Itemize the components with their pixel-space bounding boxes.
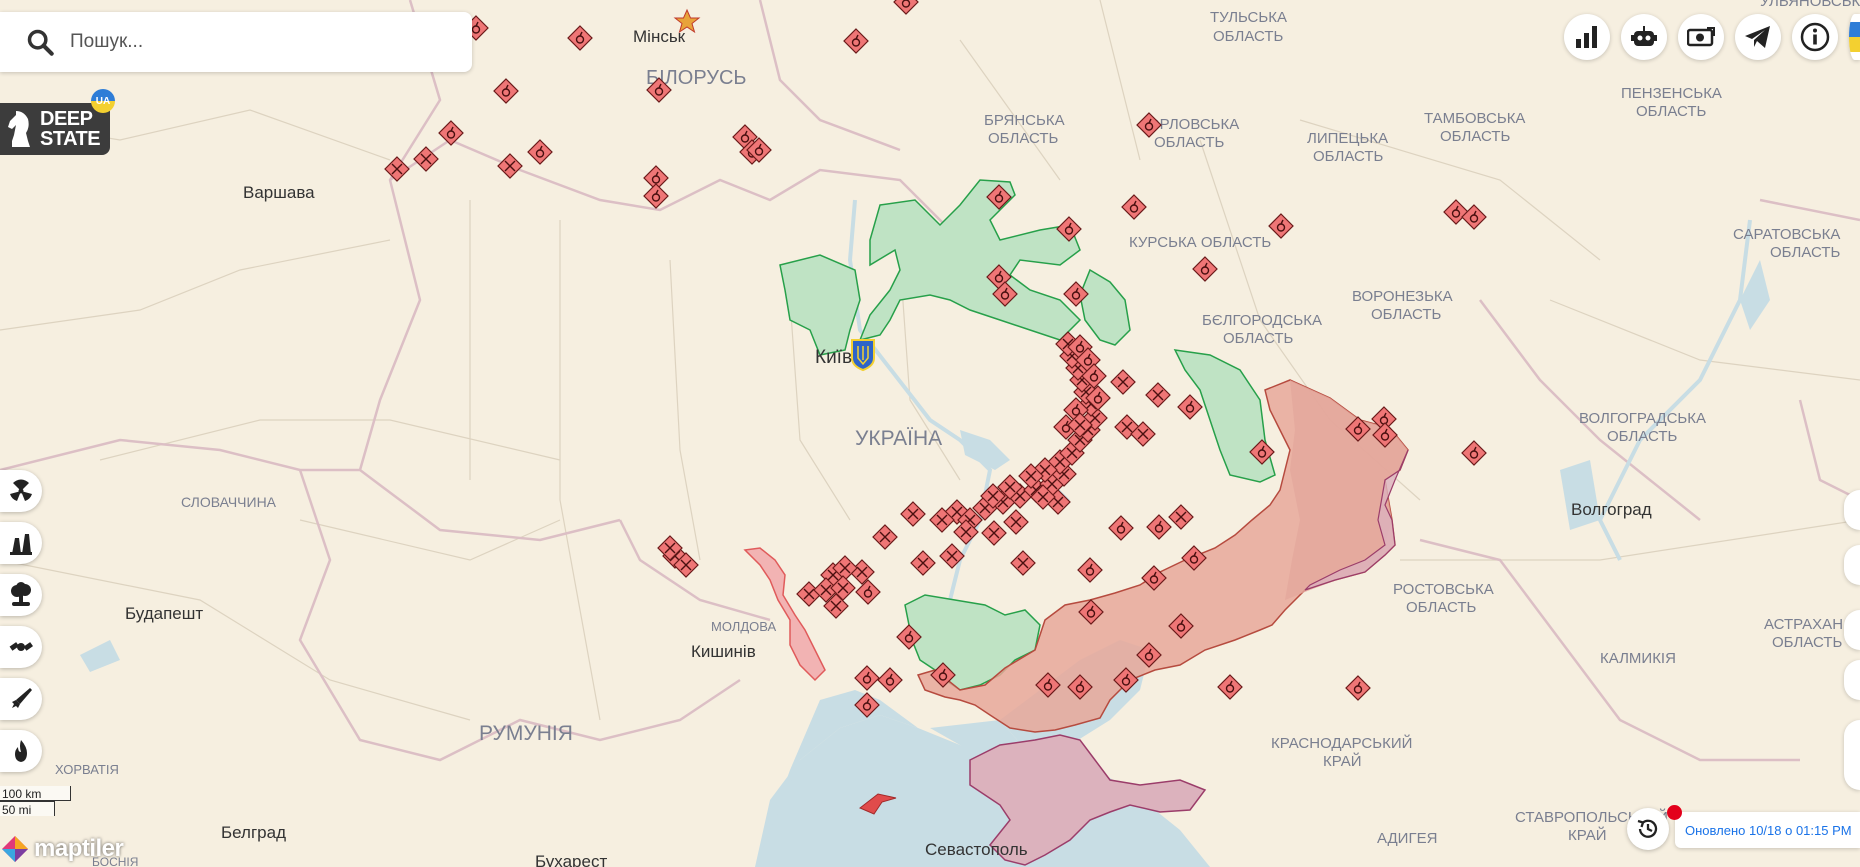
live-indicator (1667, 805, 1682, 820)
label-kyiv: Київ (815, 347, 852, 368)
chess-knight-icon (8, 111, 30, 147)
scale-mi: 50 mi (0, 801, 55, 817)
label-voronezh-2: ОБЛАСТЬ (1371, 306, 1442, 323)
label-croatia: ХОРВАТІЯ (55, 762, 119, 777)
label-kalmykia: КАЛМИКІЯ (1600, 650, 1676, 667)
search-icon (27, 29, 54, 56)
label-minsk: Мінськ (633, 27, 686, 46)
label-belgorod-1: БЄЛГОРОДСЬКА (1202, 312, 1322, 329)
telegram-button[interactable] (1735, 14, 1781, 60)
maptiler-logo-icon (2, 836, 28, 862)
label-adygea: АДИГЕЯ (1377, 830, 1437, 847)
label-volgograd-1: ВОЛГОГРАДСЬКА (1579, 410, 1706, 427)
search-input[interactable] (68, 30, 452, 54)
layer-radiation-button[interactable] (0, 470, 42, 512)
label-voronezh-1: ВОРОНЕЗЬКА (1352, 288, 1453, 305)
label-slovakia: СЛОВАЧЧИНА (181, 494, 277, 510)
label-lipetsk-2: ОБЛАСТЬ (1313, 148, 1384, 165)
map-canvas[interactable]: Мінськ БІЛОРУСЬ Варшава Київ УКРАЇНА СЛО… (0, 0, 1860, 867)
label-ukraine: УКРАЇНА (855, 427, 942, 450)
layer-explosion-button[interactable] (0, 574, 42, 616)
language-badge[interactable]: UA (91, 89, 115, 113)
ua-flag-button[interactable] (1849, 14, 1860, 60)
right-control-5[interactable] (1844, 720, 1860, 790)
missile-icon (12, 688, 32, 708)
layer-fire-button[interactable] (0, 730, 42, 772)
history-button[interactable] (1627, 808, 1669, 850)
maptiler-text: maptiler (34, 835, 124, 862)
robot-icon (1631, 26, 1657, 46)
label-astrakhan-2: ОБЛАСТЬ (1772, 634, 1843, 651)
label-penza-2: ОБЛАСТЬ (1636, 103, 1707, 120)
label-lipetsk-1: ЛИПЕЦЬКА (1307, 130, 1388, 147)
logo-text: DEEP STATE (40, 108, 101, 150)
info-icon (1800, 22, 1830, 52)
donate-button[interactable] (1678, 14, 1724, 60)
maptiler-attribution[interactable]: maptiler (0, 834, 124, 864)
scale-km: 100 km (0, 786, 71, 801)
stats-button[interactable] (1564, 14, 1610, 60)
bot-button[interactable] (1621, 14, 1667, 60)
label-astrakhan-1: АСТРАХАН (1764, 616, 1843, 633)
deepstate-logo[interactable]: DEEP STATE (0, 103, 110, 155)
label-bryansk-1: БРЯНСЬКА (984, 112, 1065, 129)
map-scale: 100 km 50 mi (0, 786, 71, 817)
stats-icon (1576, 26, 1597, 48)
history-icon (1637, 819, 1658, 838)
label-oryol-2: ОБЛАСТЬ (1154, 134, 1225, 151)
label-bucharest: Бухарест (535, 852, 607, 867)
label-penza-1: ПЕНЗЕНСЬКА (1621, 85, 1722, 102)
label-budapest: Будапешт (125, 604, 203, 623)
label-oryol-1: ОРЛОВСЬКА (1148, 116, 1239, 133)
search-bar[interactable] (0, 12, 472, 72)
label-warsaw: Варшава (243, 183, 315, 202)
layer-satellite-button[interactable] (0, 626, 42, 668)
label-rostov-1: РОСТОВСЬКА (1393, 581, 1494, 598)
power-plant-icon (10, 534, 32, 555)
telegram-icon (1745, 26, 1770, 48)
label-chisinau: Кишинів (691, 642, 756, 661)
label-stavropol-2: КРАЙ (1568, 826, 1607, 844)
label-krasnodar-1: КРАСНОДАРСЬКИЙ (1271, 734, 1412, 752)
label-volgograd-city: Волгоград (1571, 500, 1652, 519)
label-belgrade: Белград (221, 823, 286, 842)
radiation-icon (10, 479, 32, 501)
label-volgograd-2: ОБЛАСТЬ (1607, 428, 1678, 445)
layer-missile-button[interactable] (0, 678, 42, 720)
label-tula-2: ОБЛАСТЬ (1213, 28, 1284, 45)
label-saratov-1: САРАТОВСЬКА (1733, 226, 1840, 243)
info-button[interactable] (1792, 14, 1838, 60)
satellite-icon (9, 642, 33, 651)
label-ulyanovsk: УЛЬЯНОВСЬКА (1760, 0, 1860, 10)
layer-power-plant-button[interactable] (0, 522, 42, 564)
label-tula-1: ТУЛЬСЬКА (1210, 9, 1287, 26)
label-krasnodar-2: КРАЙ (1323, 752, 1362, 770)
kyiv-marker[interactable] (851, 339, 875, 372)
label-belgorod-2: ОБЛАСТЬ (1223, 330, 1294, 347)
last-updated: Оновлено 10/18 о 01:15 PM (1675, 812, 1860, 848)
label-kursk: КУРСЬКА ОБЛАСТЬ (1129, 234, 1271, 251)
fire-icon (15, 740, 27, 762)
donate-icon (1687, 27, 1715, 47)
label-tambov-1: ТАМБОВСЬКА (1424, 110, 1525, 127)
label-rostov-2: ОБЛАСТЬ (1406, 599, 1477, 616)
label-sevastopol: Севастополь (925, 840, 1028, 859)
logo-line2: STATE (40, 128, 101, 150)
label-saratov-2: ОБЛАСТЬ (1770, 244, 1841, 261)
explosion-icon (11, 582, 31, 606)
ua-flag-icon (1849, 22, 1860, 52)
label-tambov-2: ОБЛАСТЬ (1440, 128, 1511, 145)
label-romania: РУМУНІЯ (479, 722, 573, 745)
label-bryansk-2: ОБЛАСТЬ (988, 130, 1059, 147)
logo-line1: DEEP (40, 108, 93, 130)
label-moldova: МОЛДОВА (711, 619, 776, 634)
